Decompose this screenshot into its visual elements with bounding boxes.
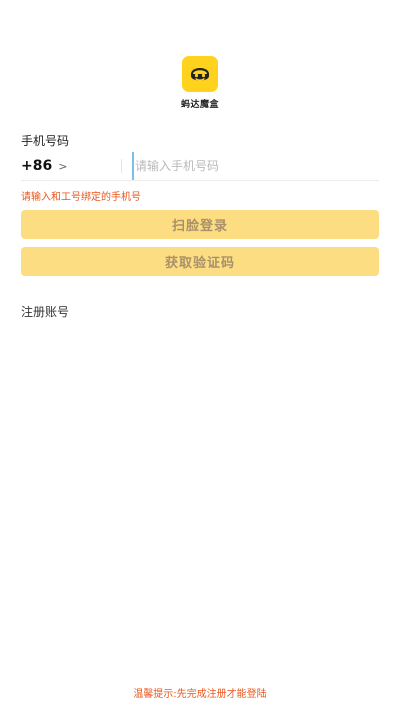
get-code-button[interactable]: 获取验证码	[21, 247, 379, 276]
phone-hint: 请输入和工号绑定的手机号	[21, 192, 141, 203]
app-logo: 蚂达魔盒	[0, 56, 400, 110]
footer-tip: 温馨提示:先完成注册才能登陆	[133, 689, 267, 700]
face-login-button[interactable]: 扫脸登录	[21, 210, 379, 239]
phone-input[interactable]	[132, 152, 379, 180]
login-page: 蚂达魔盒 手机号码 +86 > 请输入和工号绑定的手机号 扫脸登录 获取验证码 …	[0, 0, 400, 710]
register-link[interactable]: 注册账号	[21, 303, 69, 320]
phone-label: 手机号码	[21, 134, 70, 148]
phone-divider	[121, 159, 122, 173]
phone-row: +86 >	[21, 152, 379, 181]
country-code-value: +86	[21, 158, 53, 174]
app-name: 蚂达魔盒	[180, 100, 219, 110]
country-code-selector[interactable]: +86 >	[21, 152, 121, 180]
mascot-icon	[182, 56, 218, 92]
chevron-right-icon: >	[58, 159, 68, 173]
